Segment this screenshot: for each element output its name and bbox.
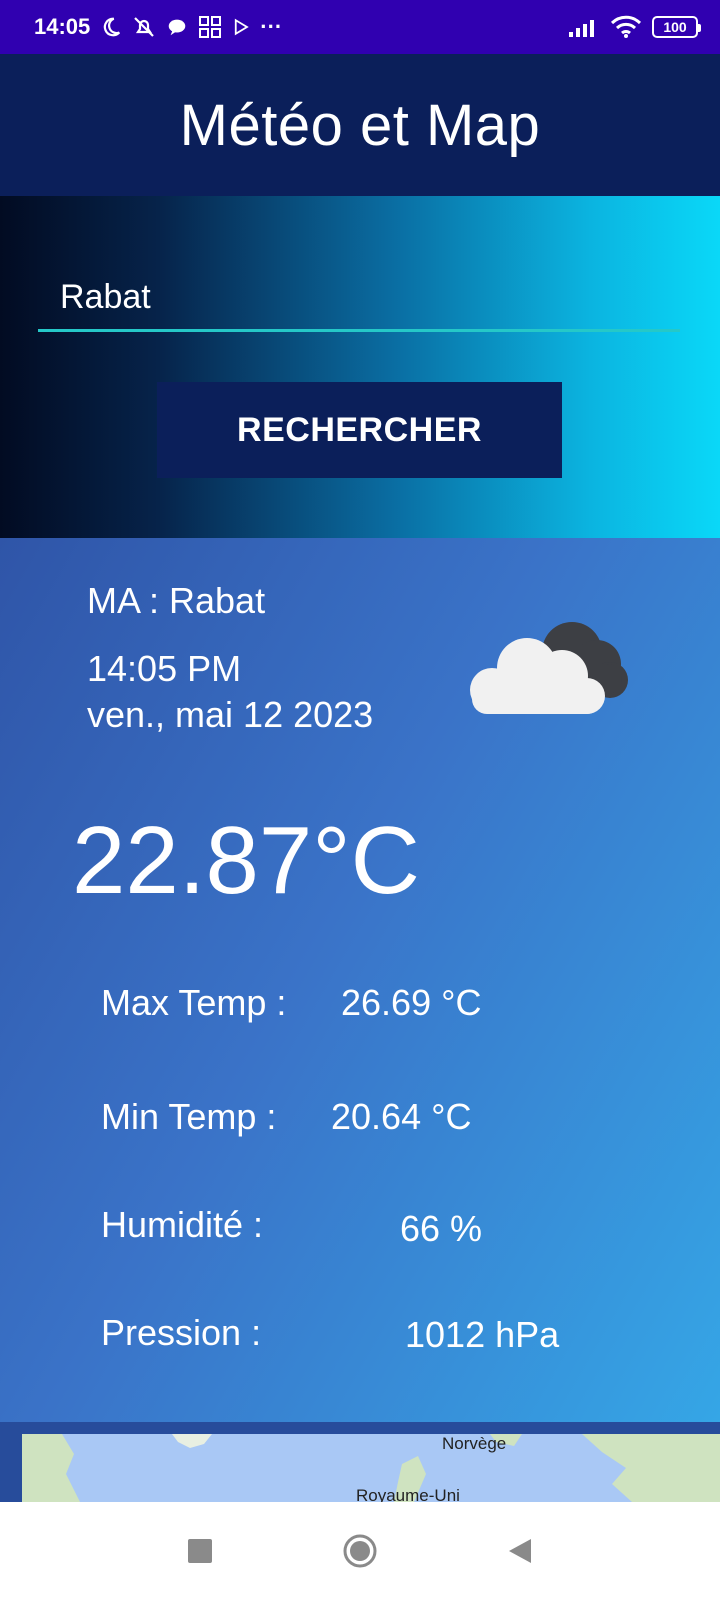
map-container: Norvège Royaume-Uni <box>0 1422 720 1502</box>
grid-app-icon <box>198 15 222 39</box>
map-label-norway: Norvège <box>442 1434 507 1453</box>
humidity-value: 66 % <box>400 1208 483 1249</box>
pressure-value: 1012 hPa <box>405 1314 560 1355</box>
location-label: MA : Rabat <box>87 580 266 621</box>
map-view[interactable]: Norvège Royaume-Uni <box>22 1434 720 1502</box>
search-button[interactable]: RECHERCHER <box>157 382 562 478</box>
recent-apps-button[interactable] <box>175 1526 225 1576</box>
max-temp-value: 26.69 °C <box>341 982 482 1023</box>
cloudy-icon <box>462 604 642 724</box>
app-bar: Météo et Map <box>0 54 720 196</box>
weather-card: MA : Rabat 14:05 PM ven., mai 12 2023 22… <box>0 538 720 1422</box>
more-notifications-indicator: ··· <box>260 14 283 39</box>
humidity-label: Humidité : <box>101 1204 264 1245</box>
system-nav-bar <box>0 1502 720 1600</box>
city-search-input[interactable] <box>38 266 680 332</box>
map-label-uk: Royaume-Uni <box>356 1486 460 1502</box>
moon-icon <box>100 16 122 38</box>
wifi-icon <box>610 15 642 39</box>
circle-home-icon <box>343 1534 377 1568</box>
play-store-icon <box>232 18 250 36</box>
triangle-back-icon <box>509 1539 531 1563</box>
back-button[interactable] <box>495 1526 545 1576</box>
home-button[interactable] <box>335 1526 385 1576</box>
battery-icon: 100 <box>652 16 701 38</box>
min-temp-label: Min Temp : <box>101 1096 277 1137</box>
signal-icon <box>568 16 600 38</box>
status-time: 14:05 <box>34 14 91 39</box>
square-icon <box>188 1539 212 1563</box>
pressure-label: Pression : <box>101 1312 262 1353</box>
chat-bubble-icon <box>166 16 188 38</box>
max-temp-label: Max Temp : <box>101 982 287 1023</box>
current-temperature: 22.87°C <box>72 807 420 914</box>
status-bar: 14:05 ··· 100 <box>0 0 720 54</box>
status-left: 14:05 ··· <box>34 14 282 40</box>
status-right: 100 <box>568 15 701 39</box>
app-title: Météo et Map <box>179 92 541 158</box>
search-area: RECHERCHER <box>0 196 720 538</box>
bell-off-icon <box>132 15 156 39</box>
local-time: 14:05 PM <box>87 648 242 689</box>
local-date: ven., mai 12 2023 <box>87 694 374 735</box>
min-temp-value: 20.64 °C <box>331 1096 472 1137</box>
